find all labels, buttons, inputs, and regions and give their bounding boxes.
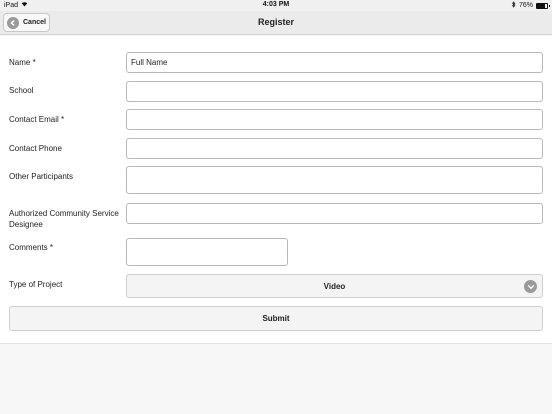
status-time: 4:03 PM bbox=[262, 1, 290, 8]
project-type-label: Type of Project bbox=[9, 280, 63, 289]
comments-label: Comments * bbox=[9, 243, 54, 252]
status-bar: iPad 4:03 PM 76% bbox=[0, 0, 552, 11]
participants-label: Other Participants bbox=[9, 172, 74, 181]
chevron-down-icon bbox=[524, 280, 537, 293]
school-label: School bbox=[9, 86, 34, 95]
battery-fill bbox=[537, 4, 545, 8]
registration-form: Name * School Contact Email * Contact Ph… bbox=[0, 36, 552, 344]
email-label: Contact Email * bbox=[9, 115, 65, 124]
name-label: Name * bbox=[9, 58, 36, 67]
phone-label: Contact Phone bbox=[9, 144, 62, 153]
page-title: Register bbox=[257, 17, 294, 27]
designee-field[interactable] bbox=[126, 203, 543, 224]
battery-icon bbox=[536, 3, 550, 9]
email-field[interactable] bbox=[126, 109, 543, 130]
participants-field[interactable] bbox=[126, 166, 543, 194]
bluetooth-icon bbox=[511, 1, 516, 10]
project-type-value: Video bbox=[323, 282, 346, 291]
status-right: 76% bbox=[511, 1, 550, 10]
submit-label: Submit bbox=[262, 314, 290, 323]
project-type-select[interactable]: Video bbox=[126, 274, 543, 298]
submit-button[interactable]: Submit bbox=[9, 306, 543, 331]
phone-field[interactable] bbox=[126, 138, 543, 159]
battery-percent: 76% bbox=[518, 2, 533, 9]
school-field[interactable] bbox=[126, 81, 543, 102]
navigation-bar: Cancel Register bbox=[0, 11, 552, 35]
designee-label: Authorized Community Service Designee bbox=[9, 209, 119, 229]
name-field[interactable] bbox=[126, 52, 543, 73]
comments-field[interactable] bbox=[126, 238, 288, 266]
